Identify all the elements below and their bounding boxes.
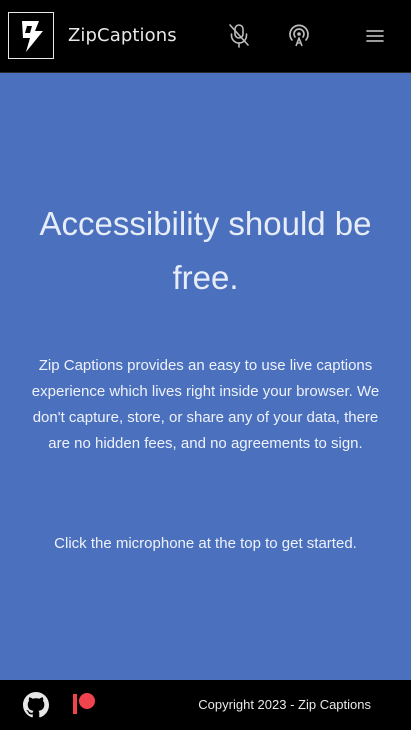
- broadcast-icon: [289, 24, 309, 47]
- microphone-icon: [229, 24, 249, 48]
- hero-cta-text: Click the microphone at the top to get s…: [54, 535, 357, 552]
- navbar: ZipCaptions: [0, 0, 411, 73]
- footer: Copyright 2023 - Zip Captions: [0, 680, 411, 730]
- hero-title: Accessibility should be free.: [39, 205, 372, 296]
- hamburger-menu-icon: [366, 30, 384, 42]
- hero-section: Accessibility should be free. Zip Captio…: [0, 73, 411, 680]
- hero-description: Zip Captions provides an easy to use liv…: [31, 357, 380, 452]
- github-icon: [23, 692, 49, 718]
- broadcast-button[interactable]: [285, 22, 313, 50]
- lightning-bolt-logo-icon: [22, 20, 43, 52]
- app-logo[interactable]: [8, 12, 54, 59]
- menu-button[interactable]: [361, 22, 389, 50]
- patreon-icon: [73, 693, 95, 714]
- patreon-link[interactable]: [71, 691, 97, 717]
- github-link[interactable]: [23, 692, 49, 718]
- brand-name[interactable]: ZipCaptions: [68, 25, 177, 47]
- record-button[interactable]: [225, 22, 253, 50]
- copyright-text: Copyright 2023 - Zip Captions: [198, 697, 371, 712]
